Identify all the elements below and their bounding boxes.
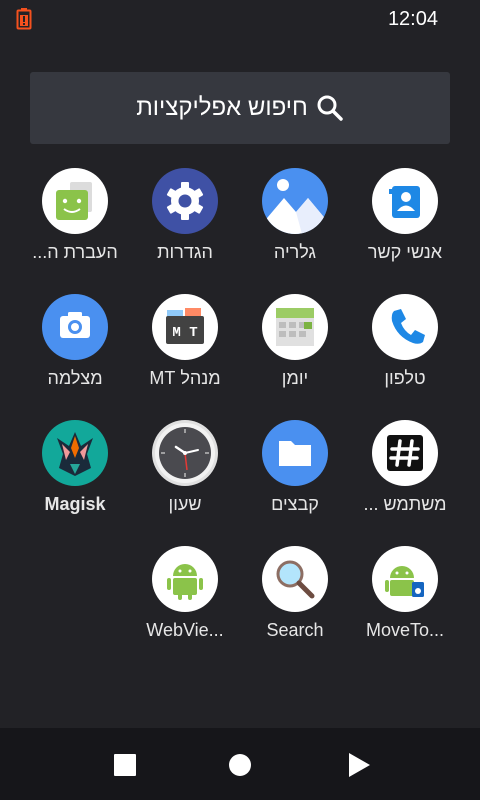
android-sd-icon	[372, 546, 438, 612]
app-label: טלפון	[384, 368, 426, 388]
app-gallery[interactable]: גלריה	[240, 168, 350, 278]
app-camera[interactable]: מצלמה	[20, 294, 130, 404]
app-label: Search	[266, 620, 324, 640]
magisk-icon	[42, 420, 108, 486]
app-label: WebVie...	[146, 620, 224, 640]
app-webview[interactable]: WebVie...	[130, 546, 240, 656]
app-migrate[interactable]: העברת ה...	[20, 168, 130, 278]
app-phone[interactable]: טלפון	[350, 294, 460, 404]
battery-icon	[16, 8, 32, 30]
app-label: קבצים	[271, 494, 319, 514]
search-icon	[317, 95, 343, 121]
app-settings[interactable]: הגדרות	[130, 168, 240, 278]
app-label: העברת ה...	[32, 242, 118, 262]
app-label: Magisk	[44, 494, 106, 514]
svg-text:M T: M T	[172, 325, 197, 341]
gallery-icon	[262, 168, 328, 234]
app-contacts[interactable]: אנשי קשר	[350, 168, 460, 278]
app-label: מצלמה	[47, 368, 103, 388]
android-icon	[152, 546, 218, 612]
app-label: משתמש ...	[363, 494, 447, 514]
magnifier-icon	[262, 546, 328, 612]
search-label: חיפוש אפליקציות	[136, 94, 308, 121]
folder-icon	[262, 420, 328, 486]
clock-icon	[152, 420, 218, 486]
migrate-android-icon	[42, 168, 108, 234]
phone-icon	[372, 294, 438, 360]
app-user-dictionary[interactable]: משתמש ...	[350, 420, 460, 530]
hash-icon	[372, 420, 438, 486]
status-bar: 12:04	[0, 0, 480, 38]
calendar-icon	[262, 294, 328, 360]
settings-gear-icon	[152, 168, 218, 234]
app-label: מנהל MT	[149, 368, 221, 388]
app-clock[interactable]: שעון	[130, 420, 240, 530]
home-circle-icon[interactable]	[227, 752, 253, 778]
contacts-icon	[372, 168, 438, 234]
app-label: אנשי קשר	[367, 242, 443, 262]
app-label: הגדרות	[157, 242, 213, 262]
app-label: שעון	[168, 494, 202, 514]
app-label: MoveTo...	[365, 620, 445, 640]
mt-manager-icon: M T	[152, 294, 218, 360]
app-search-bar[interactable]: חיפוש אפליקציות	[30, 72, 450, 144]
app-label: יומן	[281, 368, 309, 388]
navigation-bar	[0, 728, 480, 800]
app-calendar[interactable]: יומן	[240, 294, 350, 404]
recents-square-icon[interactable]	[112, 752, 138, 778]
back-triangle-icon[interactable]	[346, 752, 372, 778]
app-label: גלריה	[273, 242, 317, 262]
app-magisk[interactable]: Magisk	[20, 420, 130, 530]
app-moveto[interactable]: MoveTo...	[350, 546, 460, 656]
app-mt-manager[interactable]: M T מנהל MT	[130, 294, 240, 404]
camera-icon	[42, 294, 108, 360]
app-search[interactable]: Search	[240, 546, 350, 656]
app-files[interactable]: קבצים	[240, 420, 350, 530]
status-clock: 12:04	[387, 8, 438, 30]
